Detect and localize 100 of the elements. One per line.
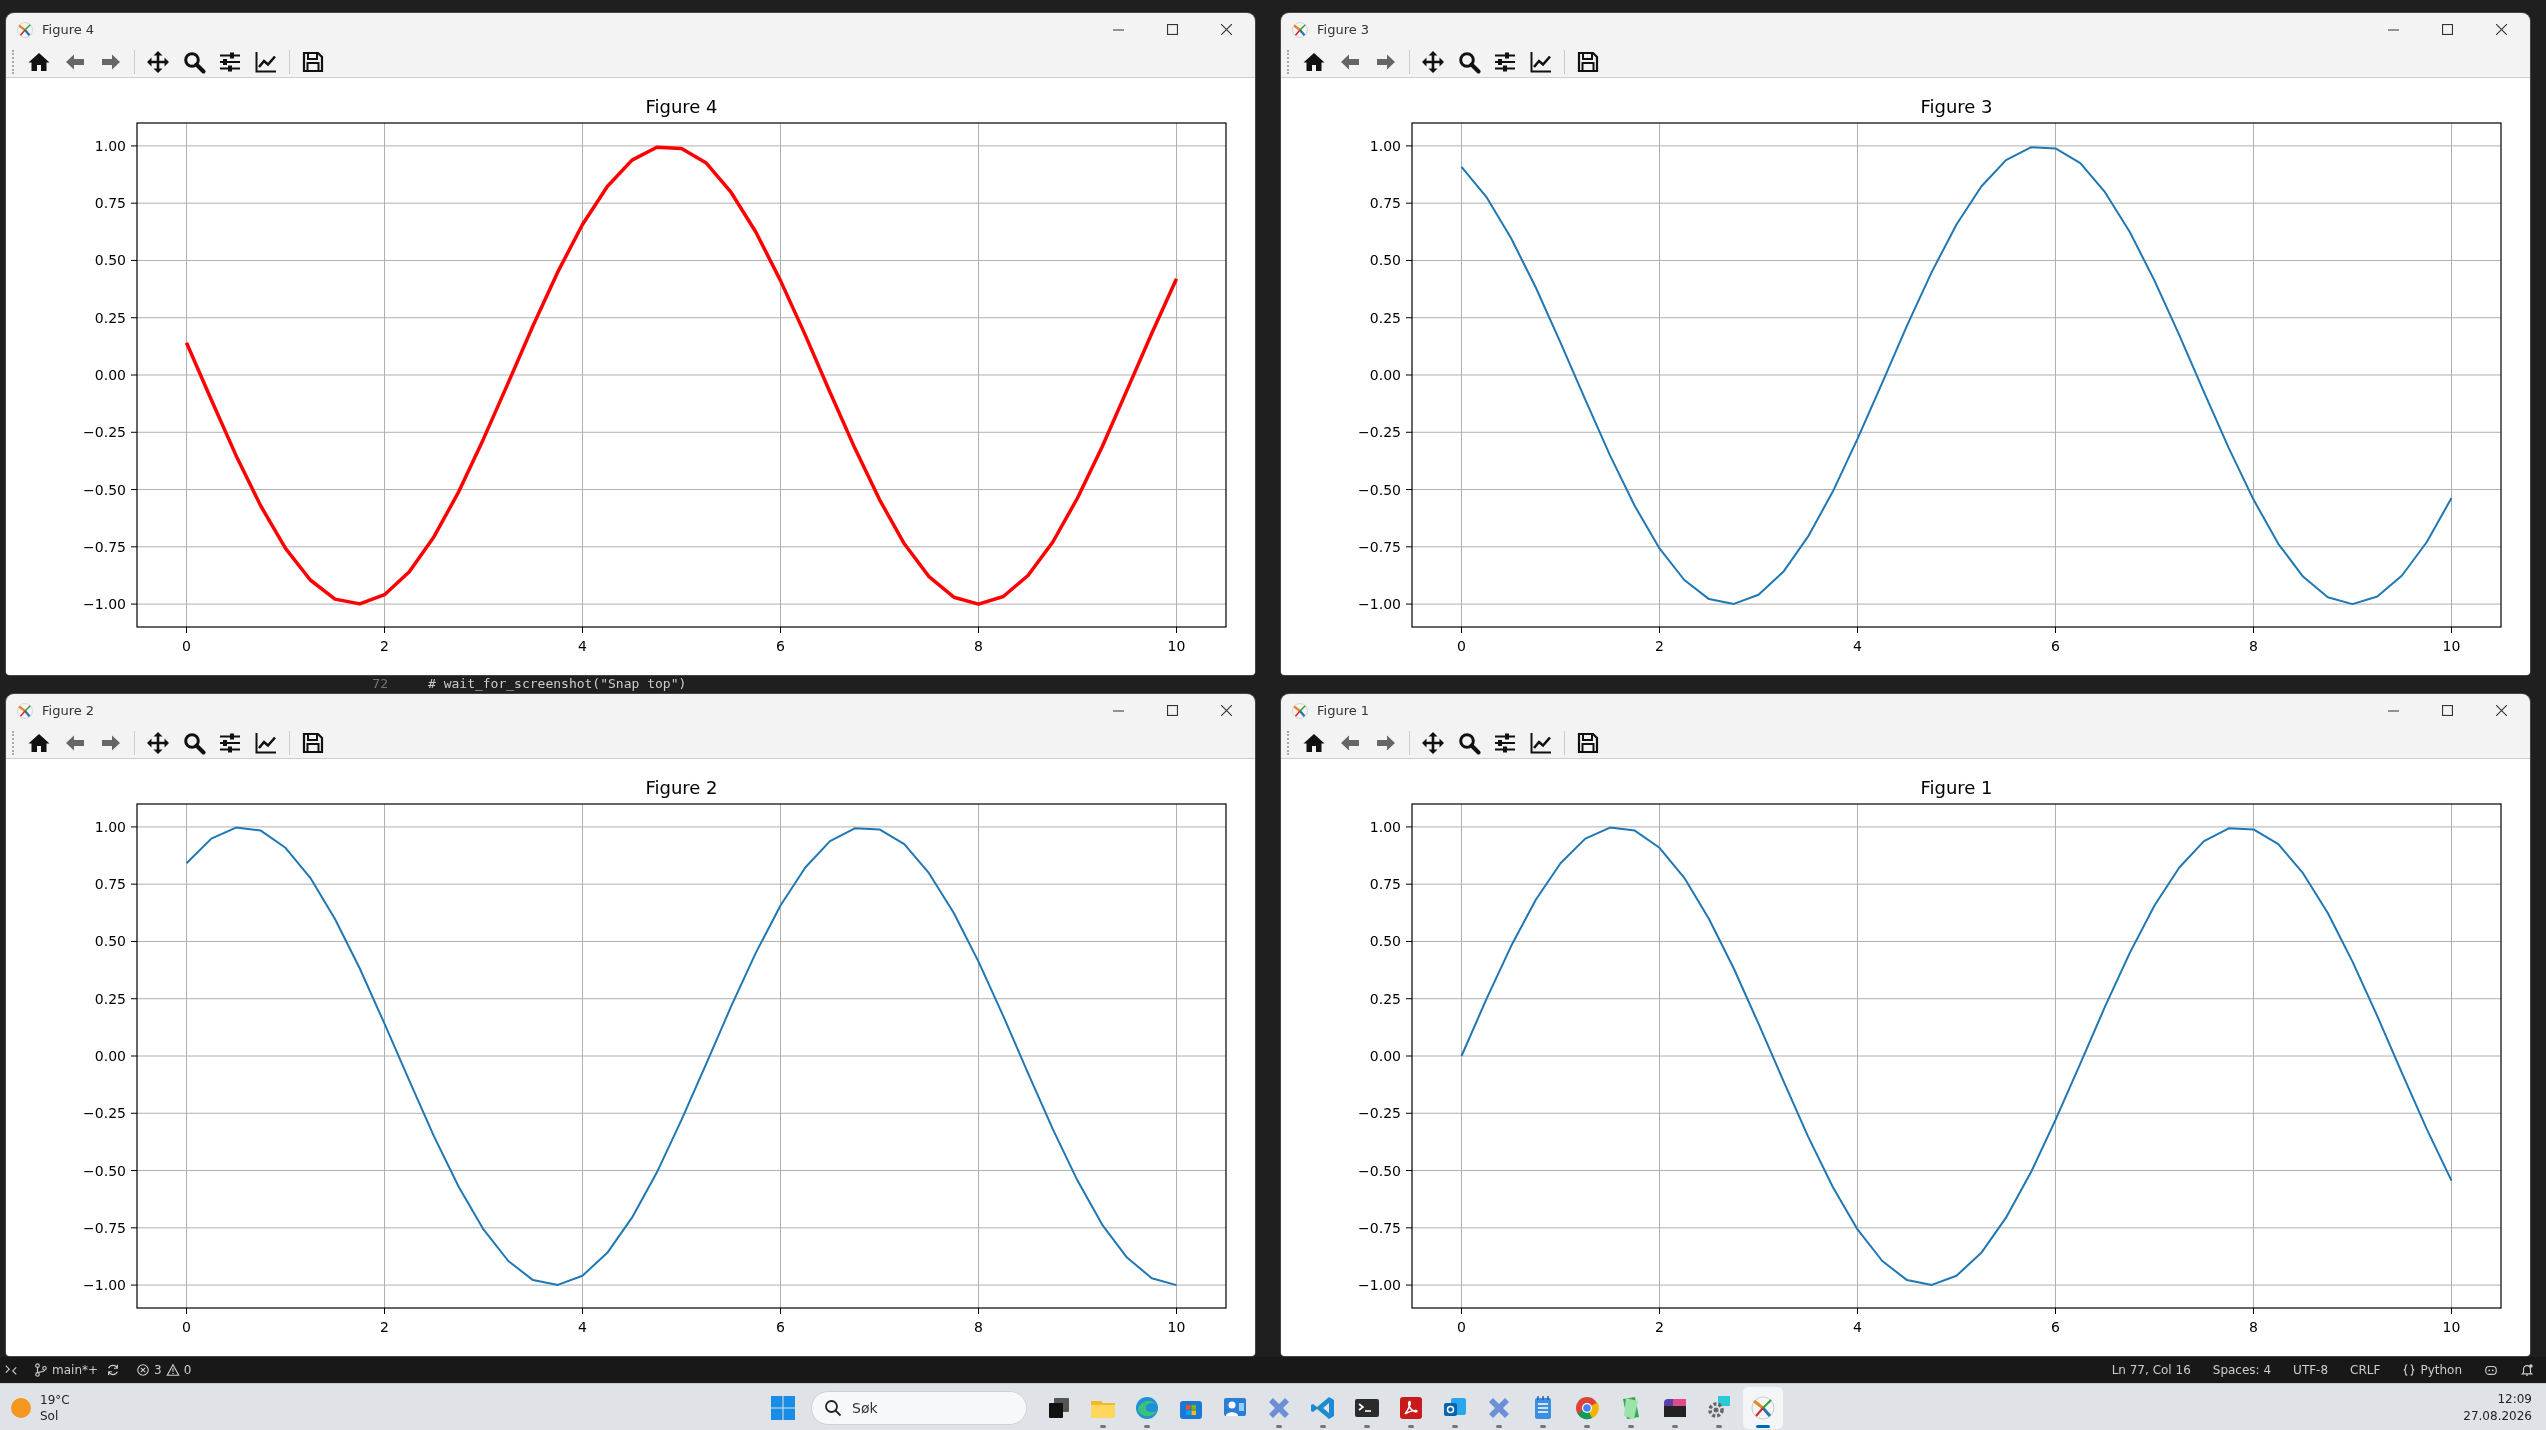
code-line: # wait_for_screenshot("Snap top") xyxy=(428,676,687,692)
y-tick-label: −0.75 xyxy=(83,1219,126,1236)
search-field[interactable]: Søk xyxy=(811,1390,1027,1425)
y-tick-label: 0.75 xyxy=(1369,876,1401,893)
x-tick-label: 0 xyxy=(1457,638,1466,654)
close-icon xyxy=(2495,24,2507,35)
x-tick-label: 10 xyxy=(1167,1319,1186,1335)
maximize-icon xyxy=(1166,705,1178,716)
x-tick-label: 8 xyxy=(2249,1319,2258,1335)
y-tick-label: −0.75 xyxy=(83,538,126,555)
x-tick-label: 10 xyxy=(2442,638,2461,654)
y-tick-label: 0.00 xyxy=(1369,1048,1401,1064)
weather-condition[interactable]: Sol xyxy=(40,1407,70,1424)
plot-app-icon xyxy=(16,20,34,39)
sync-icon xyxy=(106,1363,121,1377)
window-title: Figure 1 xyxy=(1317,703,1371,718)
x-tick-label: 0 xyxy=(1457,1319,1466,1335)
maximize-icon xyxy=(1166,24,1178,35)
y-tick-label: 1.00 xyxy=(1369,137,1401,154)
x-tick-label: 4 xyxy=(1853,1319,1862,1335)
x-tick-label: 2 xyxy=(1655,1319,1664,1335)
x-tick-label: 8 xyxy=(974,638,983,654)
x-tick-label: 6 xyxy=(776,1319,785,1335)
window-title: Figure 3 xyxy=(1317,22,1371,37)
zoom-icon xyxy=(182,49,206,74)
x-tick-label: 8 xyxy=(974,1319,983,1335)
move-icon xyxy=(146,49,170,74)
y-tick-label: −0.25 xyxy=(83,1105,126,1122)
x-tick-label: 4 xyxy=(1853,638,1862,654)
y-tick-label: −0.25 xyxy=(83,424,126,441)
warning-count[interactable]: 0 xyxy=(183,1363,192,1377)
language-mode[interactable]: Python xyxy=(2420,1363,2462,1377)
move-icon xyxy=(1421,730,1445,755)
branch-label[interactable]: main*+ xyxy=(52,1363,99,1377)
error-count[interactable]: 3 xyxy=(154,1363,162,1377)
close-icon xyxy=(1220,24,1232,35)
y-tick-label: 0.50 xyxy=(94,933,126,950)
zoom-icon xyxy=(1457,730,1481,755)
y-tick-label: 1.00 xyxy=(94,137,126,154)
maximize-icon xyxy=(2441,705,2453,716)
line-number: 72 xyxy=(371,676,388,692)
y-tick-label: −0.50 xyxy=(1358,481,1401,498)
y-tick-label: 0.00 xyxy=(94,367,126,383)
search-icon xyxy=(824,1398,842,1417)
y-tick-label: 0.00 xyxy=(1369,367,1401,383)
y-tick-label: 1.00 xyxy=(1369,818,1401,835)
x-tick-label: 2 xyxy=(1655,638,1664,654)
window-title: Figure 4 xyxy=(42,22,96,37)
y-tick-label: −0.75 xyxy=(1358,1219,1401,1236)
y-tick-label: 0.50 xyxy=(1369,933,1401,950)
move-button[interactable] xyxy=(1420,729,1446,756)
y-tick-label: −0.50 xyxy=(1358,1162,1401,1179)
x-tick-label: 8 xyxy=(2249,638,2258,654)
line-chart-icon xyxy=(1529,730,1553,755)
y-tick-label: −1.00 xyxy=(83,1277,126,1294)
close-icon xyxy=(1220,705,1232,716)
y-tick-label: 0.00 xyxy=(94,1048,126,1064)
x-tick-label: 6 xyxy=(776,638,785,654)
encoding[interactable]: UTF-8 xyxy=(2293,1363,2329,1377)
y-tick-label: 1.00 xyxy=(94,818,126,835)
window-title: Figure 2 xyxy=(42,703,96,718)
y-tick-label: 0.50 xyxy=(94,252,126,269)
y-tick-label: 0.25 xyxy=(1369,309,1401,326)
x-tick-label: 0 xyxy=(182,638,191,654)
warning-icon xyxy=(165,1363,180,1377)
y-tick-label: −0.75 xyxy=(1358,538,1401,555)
chart-title: Figure 2 xyxy=(645,777,718,798)
indentation[interactable]: Spaces: 4 xyxy=(2212,1363,2272,1377)
x-tick-label: 4 xyxy=(578,638,587,654)
save-icon xyxy=(1576,49,1600,74)
clock-date[interactable]: 27.08.2026 xyxy=(2463,1407,2532,1425)
cursor-position[interactable]: Ln 77, Col 16 xyxy=(2111,1363,2191,1377)
plot-app-icon xyxy=(1291,701,1309,720)
move-button[interactable] xyxy=(145,48,171,75)
save-icon xyxy=(1576,730,1600,755)
move-button[interactable] xyxy=(145,729,171,756)
y-tick-label: 0.50 xyxy=(1369,252,1401,269)
y-tick-label: −0.50 xyxy=(83,1162,126,1179)
move-icon xyxy=(1421,49,1445,74)
y-tick-label: 0.25 xyxy=(1369,990,1401,1007)
save-icon xyxy=(301,49,325,74)
chart-title: Figure 4 xyxy=(645,96,718,117)
temperature-label[interactable]: 19°C xyxy=(40,1391,70,1408)
x-tick-label: 2 xyxy=(380,638,389,654)
y-tick-label: −0.50 xyxy=(83,481,126,498)
zoom-icon xyxy=(1457,49,1481,74)
clock-time[interactable]: 12:09 xyxy=(2463,1390,2532,1408)
line-chart-icon xyxy=(1529,49,1553,74)
braces-icon xyxy=(2402,1363,2417,1377)
line-ending[interactable]: CRLF xyxy=(2350,1363,2381,1377)
x-tick-label: 2 xyxy=(380,1319,389,1335)
line-chart-icon xyxy=(254,49,278,74)
sun-icon xyxy=(10,1396,32,1419)
move-icon xyxy=(146,730,170,755)
chart-title: Figure 3 xyxy=(1920,96,1993,117)
bell-icon xyxy=(2520,1363,2534,1377)
x-tick-label: 6 xyxy=(2051,1319,2060,1335)
windows-logo-icon xyxy=(770,1394,796,1421)
x-tick-label: 10 xyxy=(1167,638,1186,654)
move-button[interactable] xyxy=(1420,48,1446,75)
